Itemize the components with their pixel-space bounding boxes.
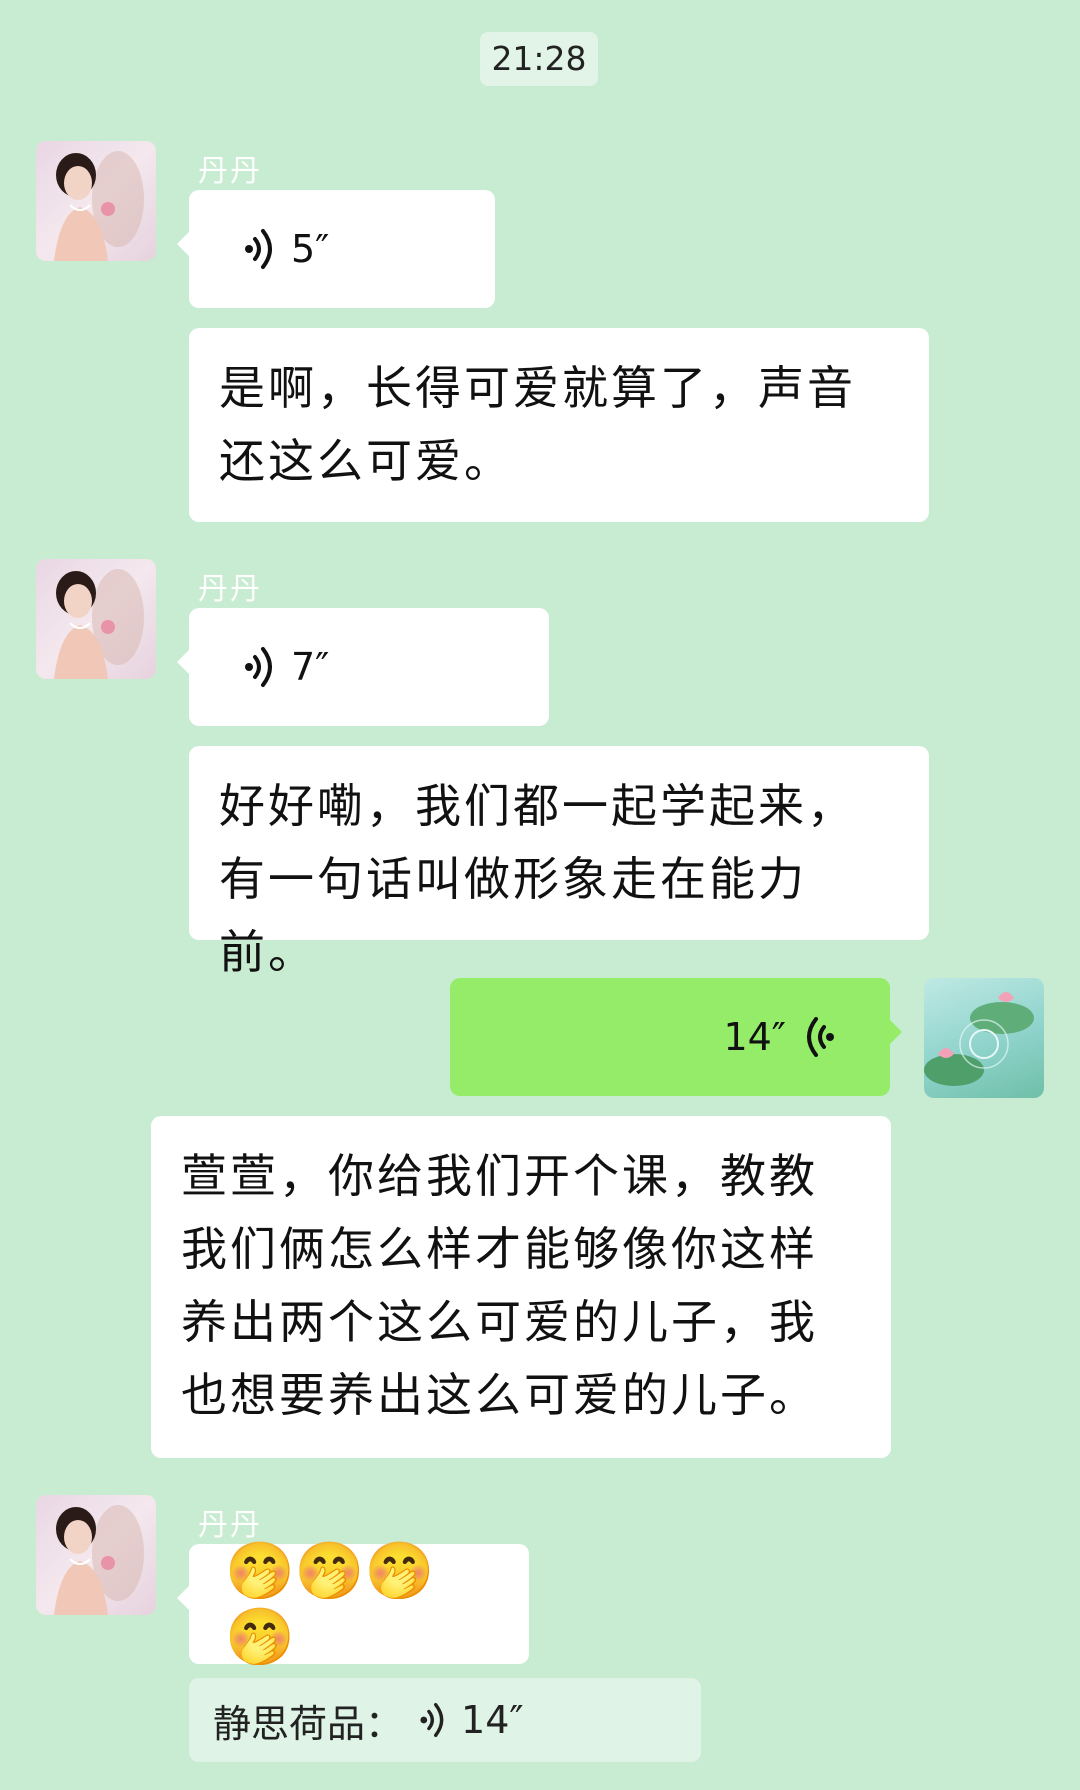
voice-wave-icon	[241, 642, 281, 692]
voice-wave-icon	[241, 224, 281, 274]
timestamp: 21:28	[480, 32, 598, 86]
contact-avatar[interactable]	[36, 1495, 156, 1615]
voice-message[interactable]: 7″	[177, 608, 549, 726]
sender-name: 丹丹	[198, 154, 262, 189]
voice-wave-icon	[417, 1698, 451, 1742]
voice-wave-icon	[798, 1012, 838, 1062]
message-text: 萱萱，你给我们开个课，教教我们俩怎么样才能够像你这样养出两个这么可爱的儿子，我也…	[181, 1149, 818, 1422]
emoji-sequence: 🤭🤭🤭🤭	[225, 1539, 435, 1670]
voice-duration: 5″	[291, 227, 330, 271]
quote-voice-duration: 14″	[461, 1698, 524, 1742]
quote-sender: 静思荷品：	[213, 1701, 404, 1746]
self-avatar[interactable]	[924, 978, 1044, 1098]
quoted-reply[interactable]: 静思荷品： 14″	[189, 1678, 701, 1762]
contact-avatar[interactable]	[36, 141, 156, 261]
emoji-message[interactable]: 🤭🤭🤭🤭	[177, 1539, 529, 1670]
text-message[interactable]: 是啊，长得可爱就算了，声音还这么可爱。	[189, 328, 929, 522]
contact-avatar[interactable]	[36, 559, 156, 679]
voice-duration: 7″	[291, 645, 330, 689]
text-message[interactable]: 萱萱，你给我们开个课，教教我们俩怎么样才能够像你这样养出两个这么可爱的儿子，我也…	[151, 1116, 891, 1458]
voice-message-sent[interactable]: 14″	[450, 978, 902, 1096]
text-message[interactable]: 好好嘞，我们都一起学起来，有一句话叫做形象走在能力前。	[189, 746, 929, 979]
sender-name: 丹丹	[198, 572, 262, 607]
message-text: 是啊，长得可爱就算了，声音还这么可爱。	[219, 361, 856, 488]
voice-message[interactable]: 5″	[177, 190, 495, 308]
voice-duration: 14″	[723, 1015, 786, 1059]
message-text: 好好嘞，我们都一起学起来，有一句话叫做形象走在能力前。	[219, 779, 856, 979]
